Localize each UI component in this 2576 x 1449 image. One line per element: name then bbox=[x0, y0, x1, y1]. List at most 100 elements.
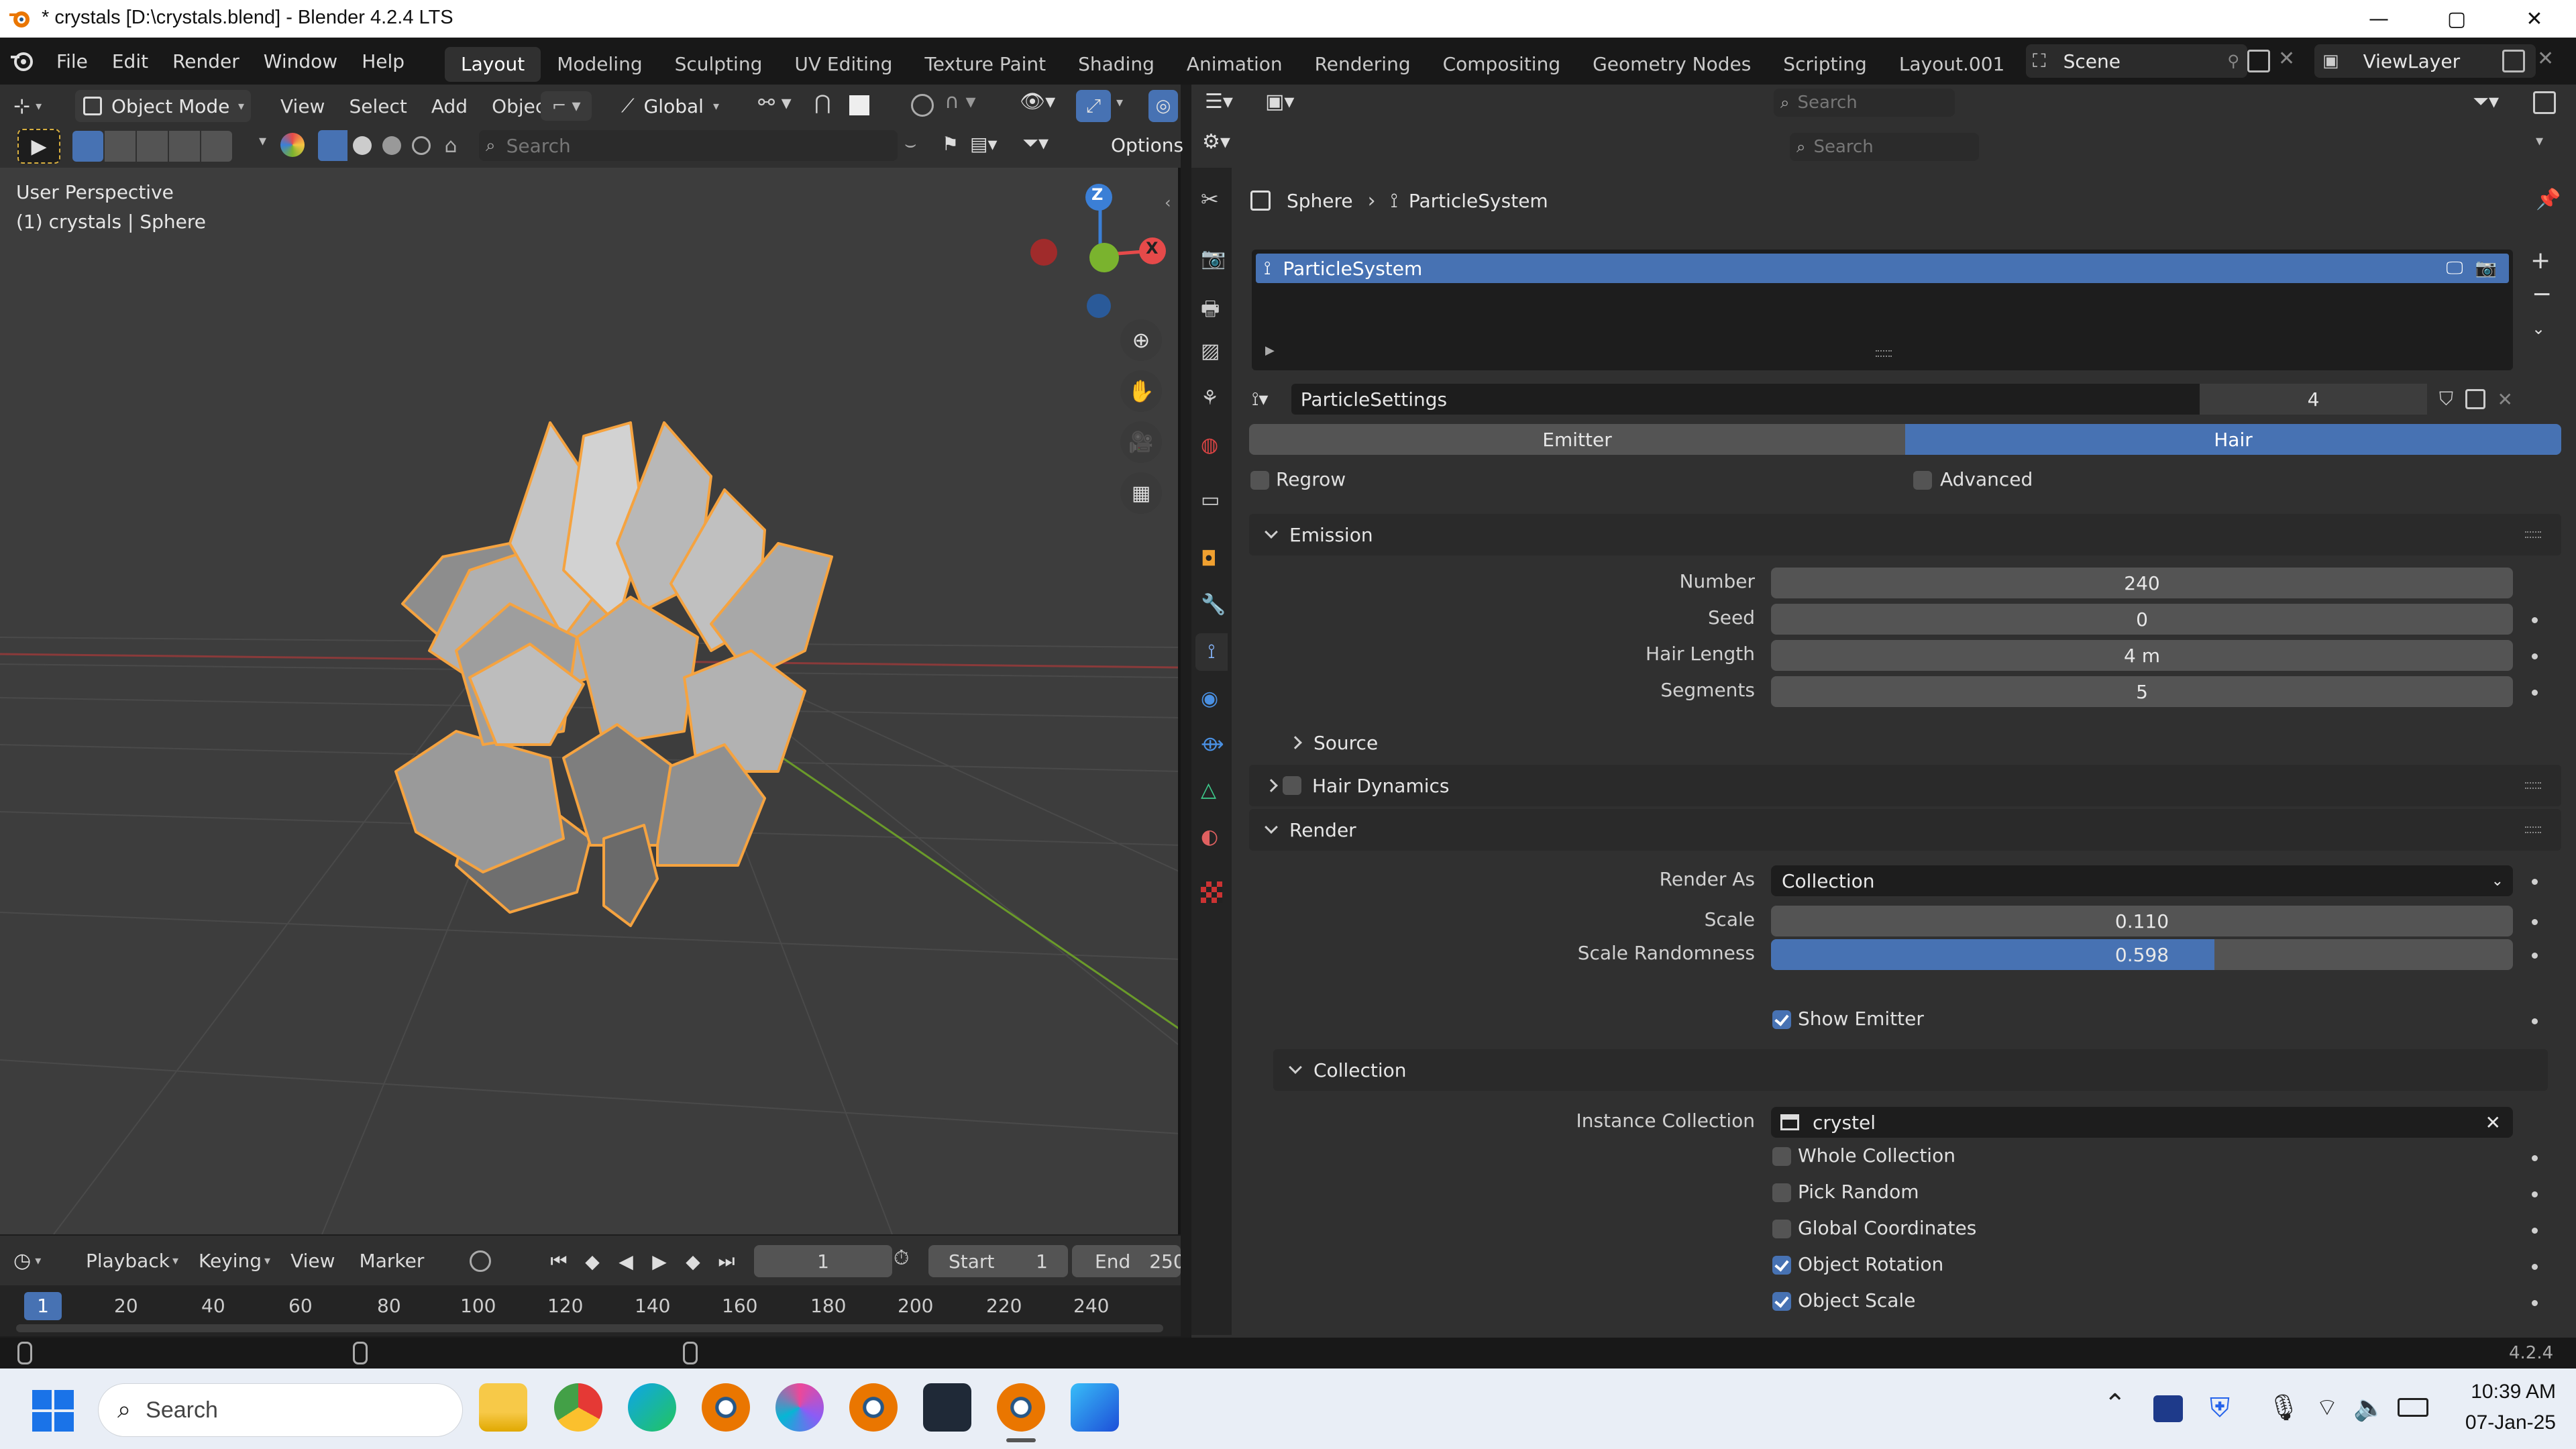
prev-keyframe-icon[interactable]: ◆ bbox=[576, 1250, 609, 1273]
shading-material-icon[interactable] bbox=[377, 130, 407, 161]
auto-keying-icon[interactable] bbox=[470, 1250, 491, 1272]
menu-help[interactable]: Help bbox=[350, 38, 417, 85]
end-frame-field[interactable]: End 250 bbox=[1072, 1245, 1181, 1277]
show-emitter-keyframe-dot[interactable] bbox=[2532, 1018, 2538, 1024]
particle-settings-datablock[interactable]: ⟟▾ ParticleSettings 4 ⛉ ✕ bbox=[1252, 384, 2513, 415]
visibility-icon[interactable]: 👁▾ bbox=[1020, 90, 1055, 113]
davinci-resolve-icon[interactable] bbox=[923, 1383, 971, 1432]
tab-rendering[interactable]: Rendering bbox=[1299, 47, 1427, 82]
viewport-menu-add[interactable]: Add bbox=[419, 90, 480, 122]
gizmo-toggle-icon[interactable]: ⤢ bbox=[1076, 90, 1111, 122]
photos-app-icon[interactable] bbox=[1071, 1383, 1119, 1432]
viewport-search[interactable]: ⌕ Search bbox=[479, 130, 898, 161]
remove-particle-system-button[interactable]: − bbox=[2532, 280, 2552, 308]
menu-render[interactable]: Render bbox=[160, 38, 252, 85]
proportional-edit-icon[interactable] bbox=[911, 94, 934, 117]
timeline-menu-marker[interactable]: Marker bbox=[347, 1244, 437, 1277]
scene-tab-icon[interactable]: ⚘ bbox=[1201, 386, 1219, 410]
outliner-search[interactable]: ⌕ Search bbox=[1774, 89, 1955, 117]
edge-icon[interactable] bbox=[628, 1383, 676, 1432]
pin-icon[interactable]: ⚲ bbox=[2227, 52, 2239, 70]
mode-selector[interactable]: Object Mode ▾ bbox=[75, 90, 251, 122]
hair-length-field[interactable]: 4 m bbox=[1771, 640, 2513, 671]
tab-compositing[interactable]: Compositing bbox=[1427, 47, 1577, 82]
particle-system-item[interactable]: ⟟ ParticleSystem 🖵 📷 bbox=[1256, 254, 2509, 283]
object-tab-icon[interactable]: ◘ bbox=[1201, 547, 1217, 571]
modifier-tab-icon[interactable]: 🔧 bbox=[1201, 593, 1226, 616]
collection-tab-icon[interactable]: ▭ bbox=[1201, 488, 1220, 512]
scene-selector[interactable]: ⛶ Scene ⚲ bbox=[2026, 44, 2247, 78]
taskbar-date[interactable]: 07-Jan-25 bbox=[2455, 1411, 2556, 1434]
show-hidden-icons-chevron-icon[interactable]: ⌃ bbox=[2104, 1389, 2127, 1419]
hair-dynamics-panel-header[interactable]: Hair Dynamics bbox=[1249, 765, 2561, 806]
render-as-keyframe-dot[interactable] bbox=[2532, 879, 2538, 885]
regrow-checkbox[interactable] bbox=[1250, 471, 1269, 490]
whole-collection-checkbox[interactable] bbox=[1772, 1147, 1791, 1166]
tab-scripting[interactable]: Scripting bbox=[1767, 47, 1883, 82]
seed-keyframe-dot[interactable] bbox=[2532, 617, 2538, 623]
tab-uv-editing[interactable]: UV Editing bbox=[778, 47, 908, 82]
defender-shield-icon[interactable]: ⛨ bbox=[2210, 1393, 2230, 1424]
constraints-tab-icon[interactable]: ⟴ bbox=[1201, 733, 1224, 756]
menu-window[interactable]: Window bbox=[252, 38, 350, 85]
data-tab-icon[interactable]: △ bbox=[1201, 778, 1216, 802]
current-frame-indicator[interactable]: 1 bbox=[24, 1292, 62, 1320]
transform-pivot-icon[interactable]: ⌐ ▾ bbox=[541, 91, 592, 121]
snap-icon[interactable]: ⋂ bbox=[814, 91, 831, 115]
maximize-button[interactable]: ▢ bbox=[2418, 0, 2496, 38]
falloff-icon[interactable]: ∩ ▾ bbox=[945, 90, 976, 113]
timeline-menu-playback[interactable]: Playback bbox=[74, 1244, 182, 1277]
zoom-icon[interactable]: ⊕ bbox=[1120, 319, 1162, 361]
instance-collection-field[interactable]: crystel ✕ bbox=[1771, 1107, 2513, 1138]
object-rotation-keyframe-dot[interactable] bbox=[2532, 1264, 2538, 1270]
breadcrumb-particle-system[interactable]: ParticleSystem bbox=[1409, 190, 1548, 212]
delete-view-layer-icon[interactable]: ✕ bbox=[2537, 47, 2554, 70]
ortho-grid-icon[interactable]: ▦ bbox=[1120, 472, 1162, 514]
xray-icon[interactable] bbox=[280, 133, 305, 157]
pick-random-keyframe-dot[interactable] bbox=[2532, 1191, 2538, 1197]
new-collection-icon[interactable] bbox=[2533, 91, 2556, 114]
menu-file[interactable]: File bbox=[44, 38, 100, 85]
battery-icon[interactable] bbox=[2398, 1398, 2428, 1417]
properties-search[interactable]: ⌕ Search bbox=[1790, 133, 1979, 161]
object-rotation-checkbox[interactable] bbox=[1772, 1256, 1791, 1275]
list-resize-grip[interactable] bbox=[1876, 350, 1892, 357]
emission-panel-header[interactable]: Emission bbox=[1249, 514, 2561, 555]
taskbar-search[interactable]: ⌕ Search bbox=[98, 1383, 463, 1437]
whole-collection-keyframe-dot[interactable] bbox=[2532, 1155, 2538, 1161]
microphone-icon[interactable]: 🎙 bbox=[2267, 1393, 2300, 1423]
select-tool-icon[interactable]: ▶ bbox=[17, 129, 60, 164]
breadcrumb-object[interactable]: Sphere bbox=[1287, 190, 1353, 212]
layout-icon[interactable]: ▤▾ bbox=[970, 133, 998, 155]
close-window-button[interactable]: ✕ bbox=[2496, 0, 2573, 38]
object-scale-checkbox[interactable] bbox=[1772, 1292, 1791, 1311]
tab-geometry-nodes[interactable]: Geometry Nodes bbox=[1576, 47, 1767, 82]
shading-rendered-icon[interactable] bbox=[407, 130, 436, 161]
world-tab-icon[interactable]: ◍ bbox=[1201, 433, 1218, 457]
scale-randomness-keyframe-dot[interactable] bbox=[2532, 953, 2538, 959]
tab-layout-001[interactable]: Layout.001 bbox=[1883, 47, 2021, 82]
3d-viewport[interactable]: Z X User Perspective (1) crystals | Sphe… bbox=[0, 168, 1181, 1234]
timeline-editor-type[interactable]: ◷ ▾ bbox=[13, 1244, 41, 1277]
display-mode-icon[interactable]: ▣▾ bbox=[1265, 90, 1294, 113]
select-mode-invert-icon[interactable] bbox=[169, 131, 200, 162]
current-frame-field[interactable]: 1 bbox=[754, 1245, 892, 1277]
tab-modeling[interactable]: Modeling bbox=[541, 47, 658, 82]
tab-shading[interactable]: Shading bbox=[1062, 47, 1171, 82]
render-as-dropdown[interactable]: Collection ⌄ bbox=[1771, 865, 2513, 896]
particles-tab-icon[interactable]: ⟟ bbox=[1195, 633, 1228, 671]
blender-app-icon[interactable] bbox=[702, 1383, 750, 1432]
taskbar-time[interactable]: 10:39 AM bbox=[2455, 1381, 2556, 1403]
tab-emitter[interactable]: Emitter bbox=[1249, 424, 1905, 455]
select-mode-intersect-icon[interactable] bbox=[201, 131, 232, 162]
start-frame-field[interactable]: Start 1 bbox=[928, 1245, 1068, 1277]
unlink-settings-icon[interactable]: ✕ bbox=[2498, 388, 2513, 411]
frame-ruler[interactable]: 1 20 40 60 80 100 120 140 160 180 200 22… bbox=[0, 1285, 1181, 1336]
fake-user-shield-icon[interactable]: ⛉ bbox=[2439, 388, 2453, 411]
physics-tab-icon[interactable]: ◉ bbox=[1201, 687, 1218, 710]
color-app-icon[interactable] bbox=[775, 1383, 824, 1432]
select-mode-subtract-icon[interactable] bbox=[137, 131, 168, 162]
tab-hair[interactable]: Hair bbox=[1905, 424, 2561, 455]
view-layer-tab-icon[interactable]: ▨ bbox=[1201, 339, 1220, 363]
duplicate-settings-icon[interactable] bbox=[2465, 389, 2485, 409]
